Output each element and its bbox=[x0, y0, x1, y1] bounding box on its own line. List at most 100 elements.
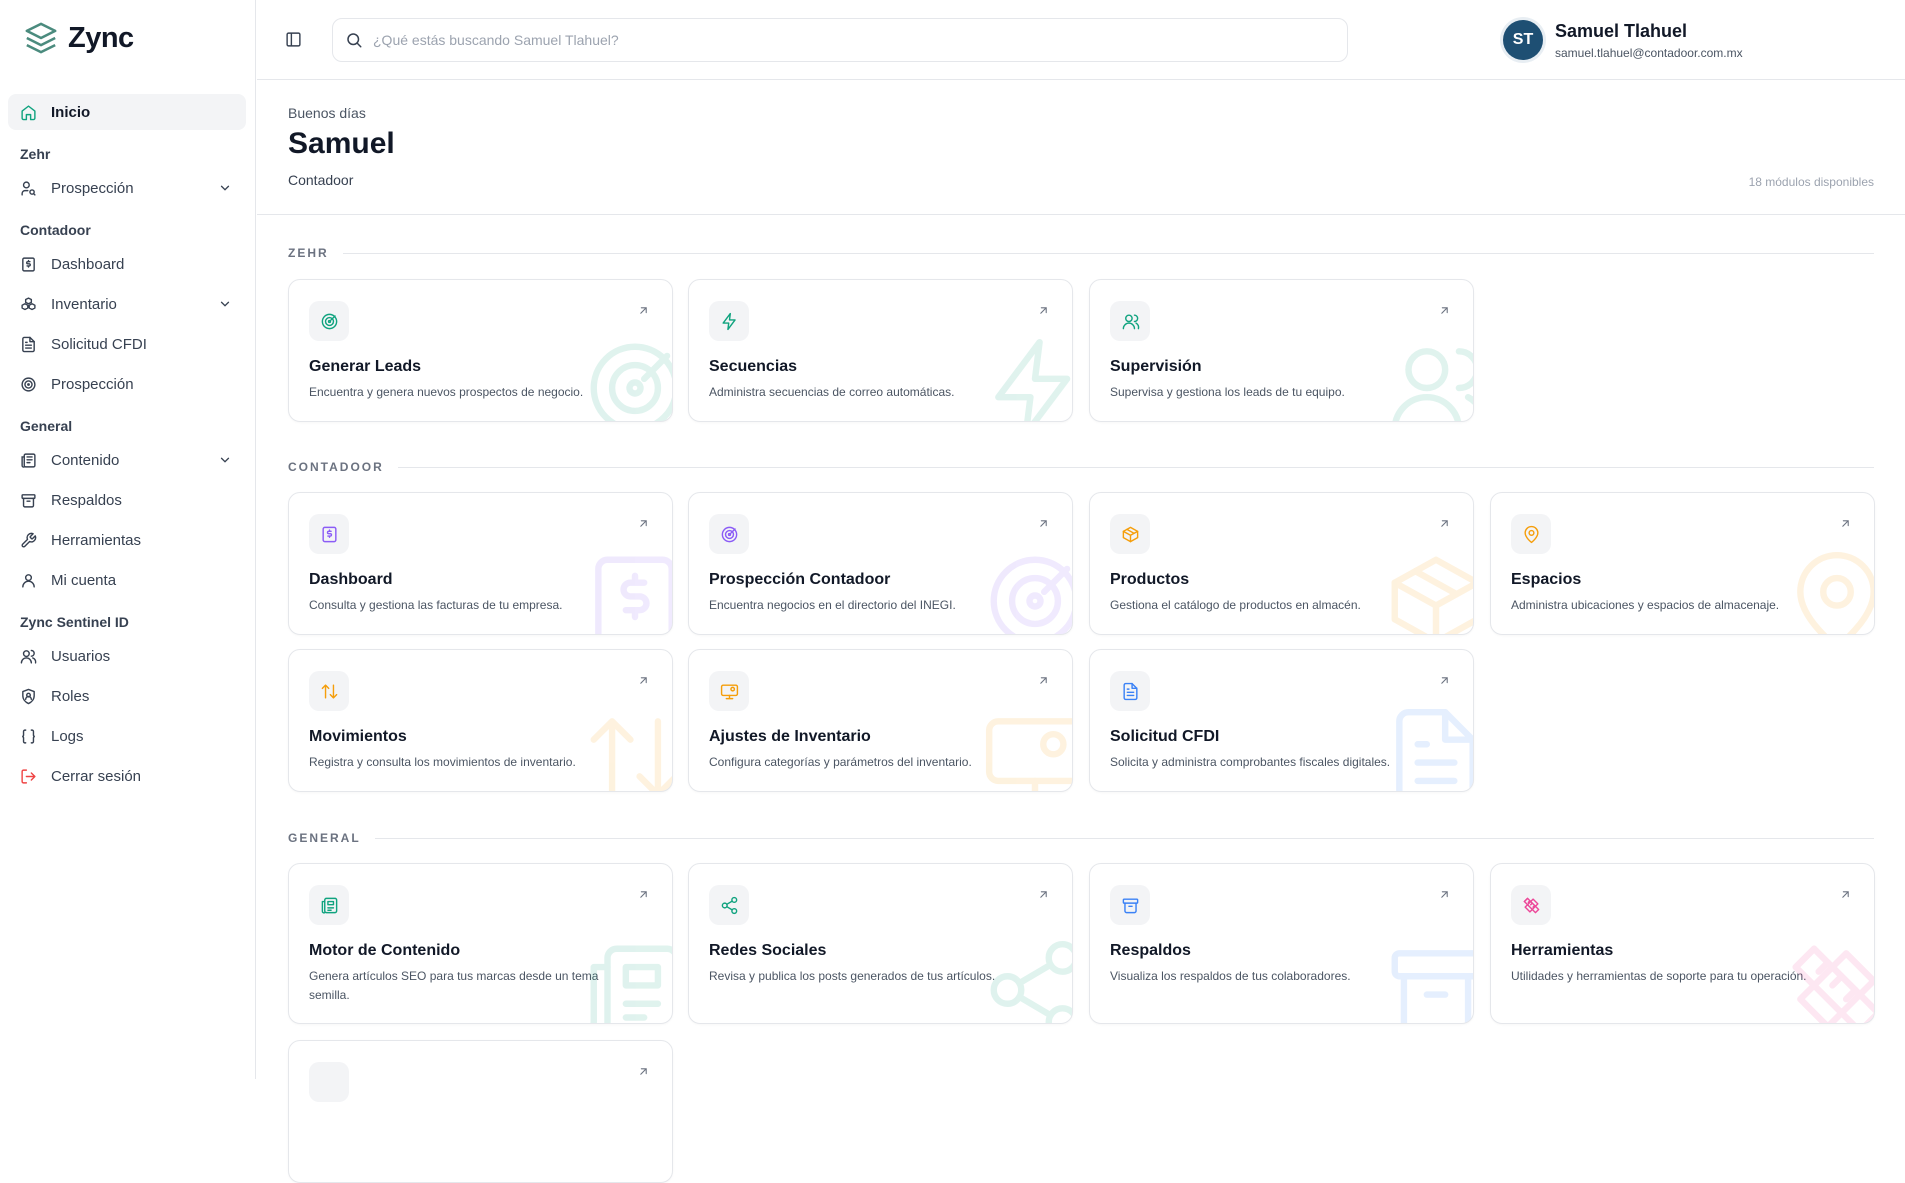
sidebar-section-sentinel: Zync Sentinel ID bbox=[20, 614, 129, 630]
module-title: Productos bbox=[1110, 571, 1190, 588]
user-menu[interactable]: ST Samuel Tlahuel samuel.tlahuel@contado… bbox=[1503, 20, 1743, 60]
section-divider bbox=[397, 466, 1874, 468]
module-card-generar-leads[interactable]: Generar Leads Encuentra y genera nuevos p… bbox=[288, 279, 673, 422]
users-icon bbox=[20, 648, 37, 665]
sidebar-item-inicio[interactable]: Inicio bbox=[8, 94, 246, 130]
target-watermark-icon bbox=[980, 546, 1072, 634]
module-card-herramientas[interactable]: Herramientas Utilidades y herramientas de… bbox=[1490, 863, 1875, 1024]
arrow-up-right-icon bbox=[1037, 674, 1050, 687]
search-input[interactable] bbox=[373, 32, 1273, 48]
sidebar-item-label: Respaldos bbox=[51, 491, 122, 509]
swap-watermark-icon bbox=[580, 703, 672, 791]
sidebar-item-prospeccion-contadoor[interactable]: Prospección bbox=[8, 366, 246, 402]
section-title: GENERAL bbox=[288, 831, 361, 845]
chevron-down-icon[interactable] bbox=[218, 453, 232, 467]
module-icon-badge bbox=[309, 514, 349, 554]
target-icon bbox=[720, 525, 739, 544]
sidebar-item-dashboard[interactable]: Dashboard bbox=[8, 246, 246, 282]
module-title: Herramientas bbox=[1511, 942, 1614, 959]
file-text-watermark-icon bbox=[1381, 703, 1473, 791]
monitor-cog-watermark-icon bbox=[980, 703, 1072, 791]
box-watermark-icon bbox=[1381, 546, 1473, 634]
module-icon-badge bbox=[309, 885, 349, 925]
module-icon-badge bbox=[1110, 514, 1150, 554]
module-card-redes-sociales[interactable]: Redes Sociales Revisa y publica los posts… bbox=[688, 863, 1073, 1024]
module-icon-badge bbox=[309, 671, 349, 711]
module-card-ajustes-de-inventario[interactable]: Ajustes de Inventario Configura categoría… bbox=[688, 649, 1073, 792]
section-divider bbox=[342, 252, 1874, 254]
sidebar-item-cerrar-sesion[interactable]: Cerrar sesión bbox=[8, 758, 246, 794]
module-card-partial[interactable] bbox=[288, 1040, 673, 1183]
sidebar-item-label: Usuarios bbox=[51, 647, 111, 665]
module-icon-badge bbox=[709, 301, 749, 341]
sidebar-item-label: Roles bbox=[51, 687, 90, 705]
sidebar-item-solicitud-cfdi[interactable]: Solicitud CFDI bbox=[8, 326, 246, 362]
sidebar-item-respaldos[interactable]: Respaldos bbox=[8, 482, 246, 518]
swap-icon bbox=[320, 682, 339, 701]
sidebar-item-label: Solicitud CFDI bbox=[51, 335, 147, 353]
arrow-up-right-icon bbox=[637, 517, 650, 530]
chevron-down-icon[interactable] bbox=[218, 297, 232, 311]
arrow-up-right-icon bbox=[637, 674, 650, 687]
bolt-watermark-icon bbox=[980, 333, 1072, 421]
target-icon bbox=[320, 312, 339, 331]
sidebar-toggle-icon[interactable] bbox=[285, 31, 302, 48]
sidebar-item-label: Logs bbox=[51, 727, 84, 745]
sidebar-item-label: Mi cuenta bbox=[51, 571, 117, 589]
sidebar-item-usuarios[interactable]: Usuarios bbox=[8, 638, 246, 674]
module-card-supervisión[interactable]: Supervisión Supervisa y gestiona los lead… bbox=[1089, 279, 1474, 422]
arrow-up-right-icon bbox=[1839, 888, 1852, 901]
module-card-prospección-contadoor[interactable]: Prospección Contadoor Encuentra negocios … bbox=[688, 492, 1073, 635]
sidebar-item-label: Prospección bbox=[51, 375, 134, 393]
chevron-down-icon[interactable] bbox=[218, 181, 232, 195]
archive-icon bbox=[20, 492, 37, 509]
sidebar-item-label: Inicio bbox=[51, 103, 91, 121]
sidebar-section-zehr: Zehr bbox=[20, 146, 51, 162]
arrow-up-right-icon bbox=[1438, 888, 1451, 901]
sidebar-item-herramientas[interactable]: Herramientas bbox=[8, 522, 246, 558]
shield-user-icon bbox=[20, 688, 37, 705]
module-card-solicitud-cfdi[interactable]: Solicitud CFDI Solicita y administra comp… bbox=[1089, 649, 1474, 792]
braces-icon bbox=[20, 728, 37, 745]
sidebar-item-roles[interactable]: Roles bbox=[8, 678, 246, 714]
module-title: Generar Leads bbox=[309, 358, 422, 375]
target-icon bbox=[20, 376, 37, 393]
module-card-movimientos[interactable]: Movimientos Registra y consulta los movim… bbox=[288, 649, 673, 792]
app-logo[interactable]: Zync bbox=[24, 18, 134, 58]
section-title: CONTADOOR bbox=[288, 460, 384, 474]
modules-count: 18 módulos disponibles bbox=[1748, 175, 1874, 189]
module-card-dashboard[interactable]: Dashboard Consulta y gestiona las factura… bbox=[288, 492, 673, 635]
module-card-respaldos[interactable]: Respaldos Visualiza los respaldos de tus … bbox=[1089, 863, 1474, 1024]
boxes-icon bbox=[20, 296, 37, 313]
avatar[interactable]: ST bbox=[1503, 20, 1543, 60]
section-divider bbox=[374, 837, 1874, 839]
tools-icon bbox=[1522, 896, 1541, 915]
arrow-up-right-icon bbox=[1438, 517, 1451, 530]
zync-logo-icon bbox=[24, 21, 58, 55]
module-card-productos[interactable]: Productos Gestiona el catálogo de product… bbox=[1089, 492, 1474, 635]
module-title: Ajustes de Inventario bbox=[709, 728, 871, 745]
sidebar-item-prospeccion-zehr[interactable]: Prospección bbox=[8, 170, 246, 206]
box-icon bbox=[1121, 525, 1140, 544]
module-card-motor-de-contenido[interactable]: Motor de Contenido Genera artículos SEO p… bbox=[288, 863, 673, 1024]
receipt-icon bbox=[20, 256, 37, 273]
users-icon bbox=[1121, 312, 1140, 331]
page-header: Buenos días Samuel Contadoor 18 módulos … bbox=[257, 81, 1905, 215]
user-name: Samuel Tlahuel bbox=[1555, 20, 1688, 41]
sidebar-item-label: Prospección bbox=[51, 179, 134, 197]
module-card-secuencias[interactable]: Secuencias Administra secuencias de corre… bbox=[688, 279, 1073, 422]
sidebar-item-label: Herramientas bbox=[51, 531, 142, 549]
sidebar-item-mi-cuenta[interactable]: Mi cuenta bbox=[8, 562, 246, 598]
share-icon bbox=[720, 896, 739, 915]
sidebar-item-label: Contenido bbox=[51, 451, 120, 469]
arrow-up-right-icon bbox=[637, 1065, 650, 1078]
pin-watermark-icon bbox=[1782, 546, 1874, 634]
sidebar-item-contenido[interactable]: Contenido bbox=[8, 442, 246, 478]
module-title: Dashboard bbox=[309, 571, 393, 588]
sidebar-item-logs[interactable]: Logs bbox=[8, 718, 246, 754]
search-bar[interactable] bbox=[332, 18, 1348, 62]
module-card-espacios[interactable]: Espacios Administra ubicaciones y espacio… bbox=[1490, 492, 1875, 635]
sidebar-item-inventario[interactable]: Inventario bbox=[8, 286, 246, 322]
user-search-icon bbox=[20, 180, 37, 197]
sidebar-item-label: Cerrar sesión bbox=[51, 767, 142, 785]
